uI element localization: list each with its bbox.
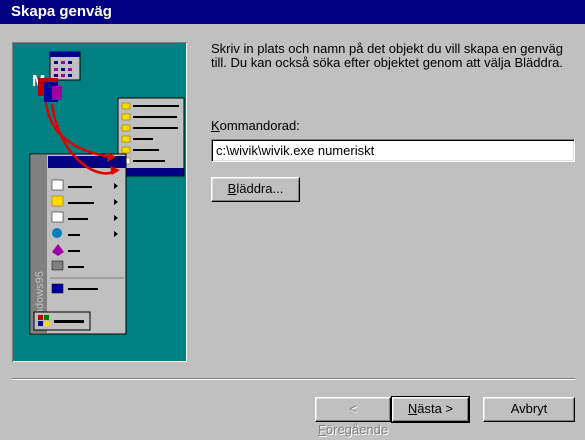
next-button-rest: ästa > [417, 401, 454, 416]
start-menu: Windows95 [29, 153, 127, 335]
instructions-text: Skriv in plats och namn på det objekt du… [211, 41, 563, 70]
command-line-label-rest: ommandorad: [219, 118, 300, 133]
back-button-accel: F [317, 422, 326, 437]
command-line-label: Kommandorad: [211, 118, 300, 133]
back-button[interactable]: < Föregående [315, 397, 391, 437]
command-line-label-accel: K [211, 118, 220, 133]
back-button-lead: < [349, 401, 357, 416]
cancel-button[interactable]: Avbryt [483, 397, 575, 422]
program-window-icon: M [32, 51, 81, 102]
browse-button[interactable]: Bläddra... [211, 177, 300, 202]
next-button[interactable]: Nästa > [391, 396, 470, 423]
window-title: Skapa genväg [11, 3, 112, 20]
back-button-rest: öregående [325, 422, 389, 437]
wizard-separator [12, 378, 575, 380]
programs-submenu [117, 97, 185, 177]
next-button-accel: N [407, 401, 418, 416]
start-menu-illustration: M [29, 51, 185, 335]
command-line-input[interactable] [211, 139, 575, 162]
wizard-illustration: M [12, 42, 187, 362]
browse-button-rest: läddra... [236, 181, 284, 196]
title-bar[interactable]: Skapa genväg [0, 0, 585, 24]
